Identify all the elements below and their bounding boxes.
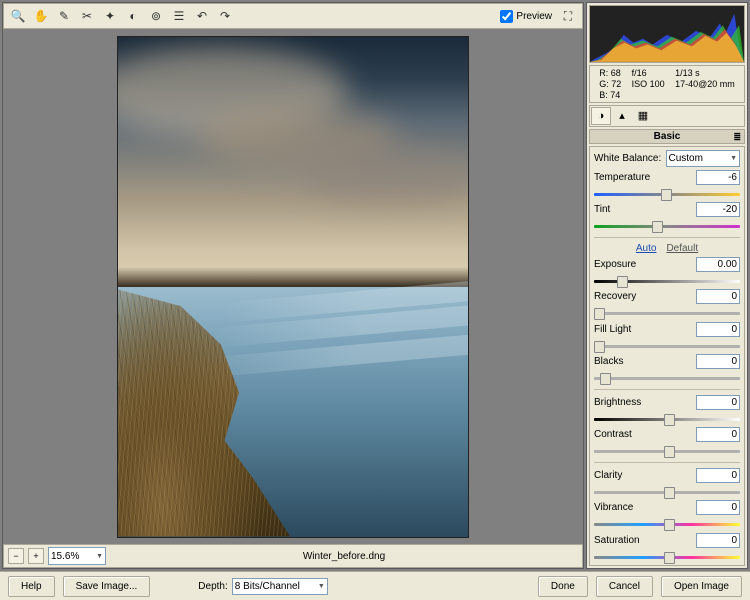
preview-pane: 🔍 ✋ ✎ ✂ ✦ ◐ ⊚ ☰ ↶ ↷ Preview ⛶ − + 15.6%▼… xyxy=(2,2,584,569)
preview-toolbar: 🔍 ✋ ✎ ✂ ✦ ◐ ⊚ ☰ ↶ ↷ Preview ⛶ xyxy=(3,3,583,29)
tint-label: Tint xyxy=(594,204,693,215)
blacks-slider[interactable] xyxy=(594,373,740,381)
auto-link[interactable]: Auto xyxy=(636,243,657,254)
filllight-value[interactable]: 0 xyxy=(696,322,740,337)
image-preview[interactable] xyxy=(3,29,583,544)
hand-tool-icon[interactable]: ✋ xyxy=(30,6,52,26)
redeye-icon[interactable]: ⊚ xyxy=(145,6,167,26)
done-button[interactable]: Done xyxy=(538,576,588,597)
clarity-value[interactable]: 0 xyxy=(696,468,740,483)
tab-detail-icon[interactable]: ▦ xyxy=(633,107,653,125)
adjust-panel: R: 68G: 72B: 74 f/16ISO 100 1/13 s17-40@… xyxy=(586,2,748,569)
exposure-value[interactable]: 0.00 xyxy=(696,257,740,272)
exposure-slider[interactable] xyxy=(594,276,740,284)
recovery-label: Recovery xyxy=(594,291,693,302)
zoom-tool-icon[interactable]: 🔍 xyxy=(7,6,29,26)
temperature-label: Temperature xyxy=(594,172,693,183)
panel-tabs: ◑ ▴ ▦ xyxy=(589,105,745,127)
brightness-slider[interactable] xyxy=(594,414,740,422)
panel-title: Basic≣ xyxy=(589,129,745,144)
wb-select[interactable]: Custom▼ xyxy=(666,150,741,167)
preview-statusbar: − + 15.6%▼ Winter_before.dng xyxy=(3,544,583,568)
blacks-label: Blacks xyxy=(594,356,693,367)
histogram[interactable] xyxy=(589,5,745,63)
saturation-slider[interactable] xyxy=(594,552,740,560)
clarity-slider[interactable] xyxy=(594,487,740,495)
contrast-slider[interactable] xyxy=(594,446,740,454)
filllight-label: Fill Light xyxy=(594,324,693,335)
blacks-value[interactable]: 0 xyxy=(696,354,740,369)
zoom-select[interactable]: 15.6%▼ xyxy=(48,547,106,565)
recovery-value[interactable]: 0 xyxy=(696,289,740,304)
saturation-label: Saturation xyxy=(594,535,693,546)
vibrance-value[interactable]: 0 xyxy=(696,500,740,515)
open-image-button[interactable]: Open Image xyxy=(661,576,742,597)
brightness-label: Brightness xyxy=(594,397,693,408)
wb-label: White Balance: xyxy=(594,153,663,164)
list-icon[interactable]: ☰ xyxy=(168,6,190,26)
saturation-value[interactable]: 0 xyxy=(696,533,740,548)
footer: Help Save Image... Depth: 8 Bits/Channel▼… xyxy=(0,571,750,600)
contrast-label: Contrast xyxy=(594,429,693,440)
contrast-value[interactable]: 0 xyxy=(696,427,740,442)
basic-panel: White Balance:Custom▼ Temperature-6 Tint… xyxy=(589,146,745,566)
help-button[interactable]: Help xyxy=(8,576,55,597)
zoom-out-button[interactable]: − xyxy=(8,548,24,564)
preview-checkbox[interactable]: Preview xyxy=(496,10,556,23)
rotate-ccw-icon[interactable]: ↶ xyxy=(191,6,213,26)
fullscreen-icon[interactable]: ⛶ xyxy=(557,6,579,26)
brightness-value[interactable]: 0 xyxy=(696,395,740,410)
rotate-cw-icon[interactable]: ↷ xyxy=(214,6,236,26)
retouch-icon[interactable]: ◐ xyxy=(122,6,144,26)
save-image-button[interactable]: Save Image... xyxy=(63,576,151,597)
tab-tonecurve-icon[interactable]: ▴ xyxy=(612,107,632,125)
clarity-label: Clarity xyxy=(594,470,693,481)
zoom-in-button[interactable]: + xyxy=(28,548,44,564)
filllight-slider[interactable] xyxy=(594,341,740,349)
exposure-label: Exposure xyxy=(594,259,693,270)
panel-menu-icon[interactable]: ≣ xyxy=(733,132,741,143)
temperature-value[interactable]: -6 xyxy=(696,170,740,185)
temperature-slider[interactable] xyxy=(594,189,740,197)
default-link[interactable]: Default xyxy=(666,243,698,254)
tint-slider[interactable] xyxy=(594,221,740,229)
straighten-icon[interactable]: ✦ xyxy=(99,6,121,26)
vibrance-slider[interactable] xyxy=(594,519,740,527)
cancel-button[interactable]: Cancel xyxy=(596,576,653,597)
readout: R: 68G: 72B: 74 f/16ISO 100 1/13 s17-40@… xyxy=(589,65,745,103)
vibrance-label: Vibrance xyxy=(594,502,693,513)
tab-basic-icon[interactable]: ◑ xyxy=(591,107,611,125)
eyedropper-icon[interactable]: ✎ xyxy=(53,6,75,26)
depth-label: Depth: xyxy=(198,581,227,592)
crop-tool-icon[interactable]: ✂ xyxy=(76,6,98,26)
filename-label: Winter_before.dng xyxy=(110,551,578,562)
depth-select[interactable]: 8 Bits/Channel▼ xyxy=(232,578,328,595)
recovery-slider[interactable] xyxy=(594,308,740,316)
tint-value[interactable]: -20 xyxy=(696,202,740,217)
